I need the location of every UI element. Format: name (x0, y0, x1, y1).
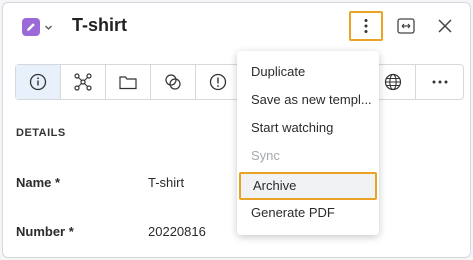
files-tab[interactable] (106, 65, 151, 99)
more-vertical-icon (364, 19, 368, 33)
menu-item-sync: Sync (251, 148, 280, 163)
info-icon (29, 73, 47, 91)
number-field-value[interactable]: 20220816 (148, 224, 206, 239)
relations-icon (74, 73, 92, 91)
close-button[interactable] (428, 11, 462, 41)
more-tabs-button[interactable] (416, 65, 463, 99)
alerts-tab[interactable] (196, 65, 241, 99)
details-section-title: DETAILS (16, 127, 66, 139)
folder-icon (119, 76, 137, 90)
more-horizontal-icon (432, 80, 447, 84)
expand-button[interactable] (389, 11, 423, 41)
pencil-icon (22, 18, 40, 36)
name-field-value[interactable]: T-shirt (148, 175, 184, 190)
menu-item-duplicate[interactable]: Duplicate (237, 58, 379, 86)
number-field-label: Number * (16, 224, 74, 239)
link-icon (165, 74, 181, 90)
menu-item-save-as-template[interactable]: Save as new templ... (237, 86, 379, 114)
name-field-label: Name * (16, 175, 61, 190)
close-icon (438, 19, 452, 33)
relations-tab[interactable] (61, 65, 106, 99)
item-type-selector[interactable] (22, 16, 58, 38)
menu-item-archive[interactable]: Archive (239, 172, 377, 200)
menu-item-generate-pdf[interactable]: Generate PDF (237, 199, 379, 227)
links-tab[interactable] (151, 65, 196, 99)
more-options-menu: Duplicate Save as new templ... Start wat… (237, 51, 379, 235)
info-tab[interactable] (16, 65, 61, 99)
alert-icon (209, 73, 227, 91)
menu-item-start-watching[interactable]: Start watching (237, 114, 379, 142)
item-detail-panel: T-shirt DETAILS Name * T-shirt Number * … (2, 2, 471, 258)
item-title: T-shirt (72, 15, 128, 35)
expand-icon (397, 18, 415, 34)
more-options-button[interactable] (349, 11, 383, 41)
chevron-down-icon (44, 23, 53, 32)
globe-icon (384, 73, 402, 91)
